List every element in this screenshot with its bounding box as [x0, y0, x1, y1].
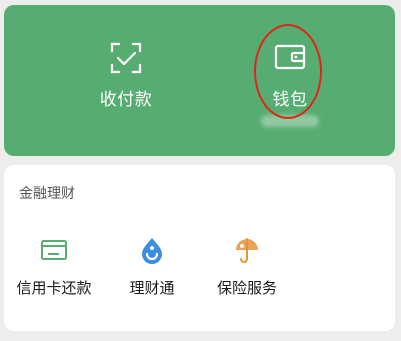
- wealth-drop-icon: [142, 238, 162, 264]
- scan-check-icon: [110, 42, 142, 74]
- licaitong-label: 理财通: [129, 279, 175, 297]
- wallet-button[interactable]: 钱包: [210, 5, 370, 156]
- insurance-label: 保险服务: [216, 279, 277, 297]
- wallet-balance-blurred: [261, 115, 319, 127]
- credit-card-repay-label: 信用卡还款: [16, 279, 92, 297]
- receive-pay-button[interactable]: 收付款: [46, 5, 206, 156]
- finance-card: 金融理财 信用卡还款 理财通 保险服务: [4, 165, 395, 331]
- finance-section-title: 金融理财: [19, 186, 75, 202]
- insurance-button[interactable]: 保险服务: [202, 230, 292, 310]
- wallet-label: 钱包: [272, 90, 308, 110]
- payment-panel: 收付款 钱包: [4, 5, 395, 156]
- credit-card-repay-button[interactable]: 信用卡还款: [9, 230, 99, 310]
- credit-card-icon: [41, 240, 67, 260]
- umbrella-icon: [236, 238, 258, 263]
- wallet-icon: [274, 44, 306, 70]
- receive-pay-label: 收付款: [99, 90, 153, 110]
- licaitong-button[interactable]: 理财通: [107, 230, 197, 310]
